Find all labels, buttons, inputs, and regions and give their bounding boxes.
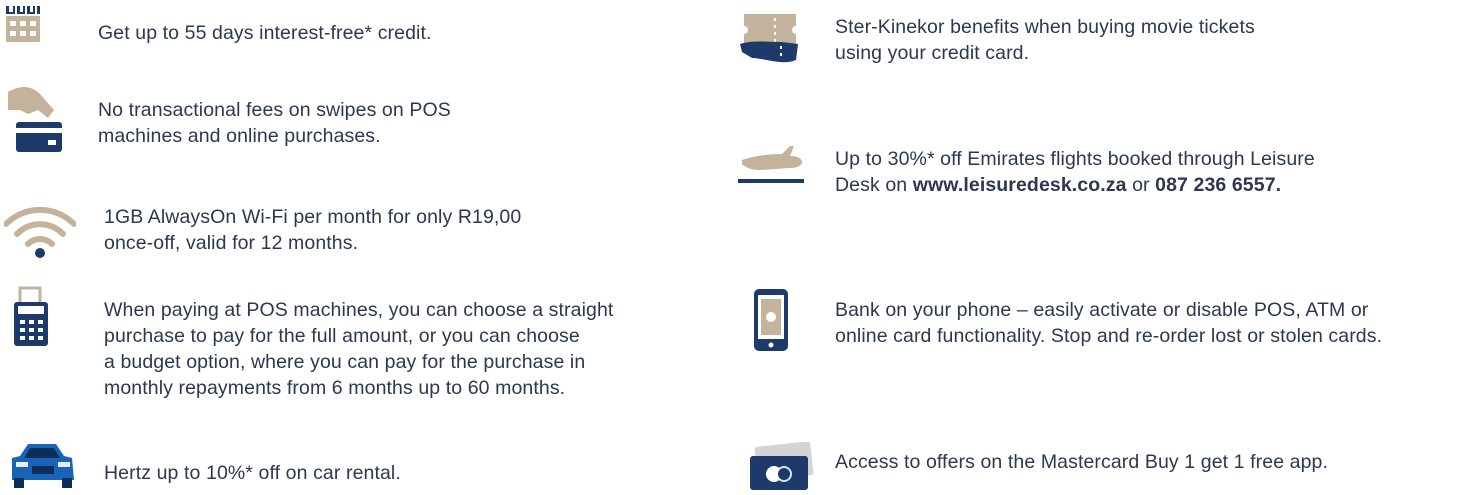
benefit-text: 1GB AlwaysOn Wi-Fi per month for only R1… (104, 206, 522, 228)
wifi-icon (4, 206, 76, 258)
leisuredesk-link[interactable]: www.leisuredesk.co.za (913, 174, 1127, 196)
benefit-text: once-off, valid for 12 months. (104, 232, 359, 254)
benefit-text: Access to offers on the Mastercard Buy 1… (835, 451, 1329, 473)
mastercard-icon (750, 442, 814, 490)
benefit-text: When paying at POS machines, you can cho… (104, 299, 614, 321)
benefit-text: a budget option, where you can pay for t… (104, 351, 586, 373)
benefit-text: No transactional fees on swipes on POS (98, 99, 451, 121)
text-prefix: Desk on (835, 174, 913, 196)
benefit-text: Bank on your phone – easily activate or … (835, 299, 1369, 321)
text-connector: or (1126, 174, 1156, 196)
phone-icon (754, 289, 788, 351)
benefit-text: purchase to pay for the full amount, or … (104, 325, 580, 347)
benefit-text: using your credit card. (835, 42, 1030, 64)
benefit-text: Up to 30%* off Emirates flights booked t… (835, 148, 1315, 170)
movie-ticket-icon (740, 14, 798, 63)
car-icon (12, 444, 74, 488)
benefit-text: Hertz up to 10%* off on car rental. (104, 462, 401, 484)
airplane-icon (738, 146, 804, 183)
benefit-text: machines and online purchases. (98, 125, 381, 147)
phone-number: 087 236 6557. (1155, 174, 1282, 196)
benefit-text: Get up to 55 days interest-free* credit. (98, 22, 432, 44)
pos-terminal-icon (14, 286, 48, 346)
benefit-text: monthly repayments from 6 months up to 6… (104, 377, 566, 399)
calendar-icon (6, 6, 40, 42)
benefit-text: online card functionality. Stop and re-o… (835, 325, 1383, 347)
card-tap-icon (8, 87, 62, 152)
benefit-text: Desk on www.leisuredesk.co.za or 087 236… (835, 173, 1281, 198)
benefit-text: Ster-Kinekor benefits when buying movie … (835, 16, 1255, 38)
